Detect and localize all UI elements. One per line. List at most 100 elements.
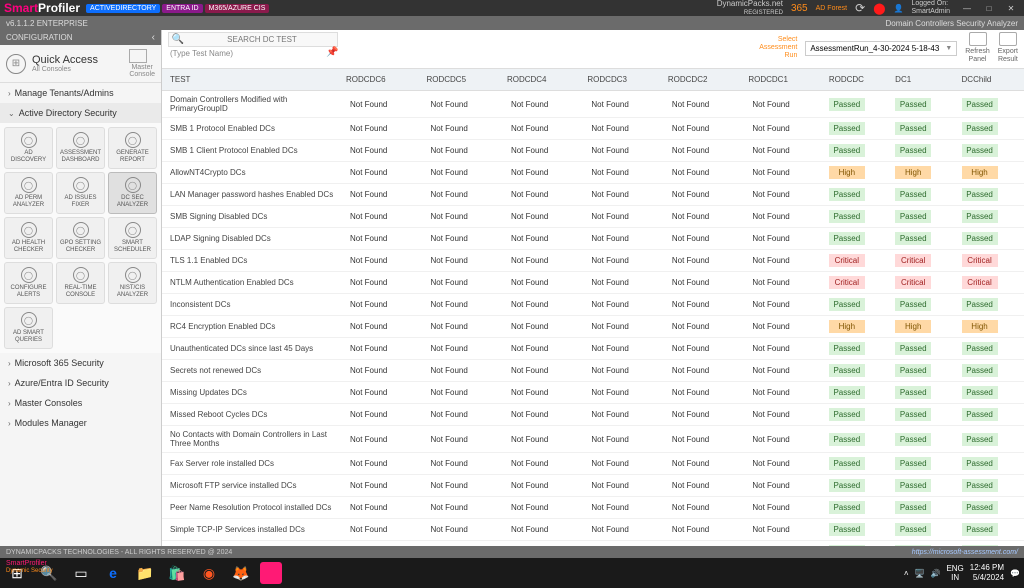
chrome-icon[interactable]: ◉ <box>196 560 222 586</box>
menu-azure[interactable]: ›Azure/Entra ID Security <box>0 373 161 393</box>
result-cell: Not Found <box>583 338 663 360</box>
table-row[interactable]: LDAP Signing Disabled DCsNot FoundNot Fo… <box>162 228 1024 250</box>
table-row[interactable]: Inconsistent DCsNot FoundNot FoundNot Fo… <box>162 294 1024 316</box>
refresh-panel-btn[interactable]: Refresh Panel <box>965 32 990 64</box>
tray-chevron-icon[interactable]: ˄ <box>904 569 909 578</box>
col-rodcdc6[interactable]: RODCDC6 <box>342 69 422 91</box>
app-icon[interactable] <box>260 562 282 584</box>
export-result-btn[interactable]: Export Result <box>998 32 1018 64</box>
menu-ad-security[interactable]: ⌄Active Directory Security <box>0 103 161 123</box>
pin-icon[interactable]: 📌 <box>326 47 338 58</box>
table-row[interactable]: Secrets not renewed DCsNot FoundNot Foun… <box>162 360 1024 382</box>
table-row[interactable]: Simple TCP-IP Services installed DCsNot … <box>162 519 1024 541</box>
tile-dc-sec-analyzer[interactable]: ◯DC SEC ANALYZER <box>108 172 157 214</box>
table-row[interactable]: SMB 1 Protocol Enabled DCsNot FoundNot F… <box>162 118 1024 140</box>
menu-modules[interactable]: ›Modules Manager <box>0 413 161 433</box>
tile-ad-perm-analyzer[interactable]: ◯AD PERM ANALYZER <box>4 172 53 214</box>
table-row[interactable]: LAN Manager password hashes Enabled DCsN… <box>162 184 1024 206</box>
col-dcchild[interactable]: DCChild <box>958 69 1024 91</box>
test-name: Unauthenticated DCs since last 45 Days <box>162 338 342 360</box>
col-test[interactable]: TEST <box>162 69 342 91</box>
result-cell: Not Found <box>342 360 422 382</box>
tile-icon: ◯ <box>73 222 89 238</box>
tile-configure-alerts[interactable]: ◯CONFIGURE ALERTS <box>4 262 53 304</box>
table-row[interactable]: Missed Reboot Cycles DCsNot FoundNot Fou… <box>162 404 1024 426</box>
result-cell: Passed <box>958 497 1024 519</box>
tile-nist/cis-analyzer[interactable]: ◯NIST/CIS ANALYZER <box>108 262 157 304</box>
table-row[interactable]: Domain Controllers Modified with Primary… <box>162 91 1024 118</box>
result-cell: Passed <box>958 294 1024 316</box>
tile-label: SMART SCHEDULER <box>114 240 151 254</box>
tile-generate-report[interactable]: ◯GENERATE REPORT <box>108 127 157 169</box>
table-row[interactable]: Unauthenticated DCs since last 45 Days No… <box>162 338 1024 360</box>
test-name: AllowNT4Crypto DCs <box>162 162 342 184</box>
chevron-right-icon: › <box>8 419 11 428</box>
tile-ad-smart-queries[interactable]: ◯AD SMART QUERIES <box>4 307 53 349</box>
results-table: TESTRODCDC6RODCDC5RODCDC4RODCDC3RODCDC2R… <box>162 69 1024 546</box>
master-console-btn[interactable]: Master Console <box>129 49 155 78</box>
search-input[interactable] <box>187 33 337 46</box>
table-row[interactable]: AllowNT4Crypto DCsNot FoundNot FoundNot … <box>162 162 1024 184</box>
table-row[interactable]: RC4 Encryption Enabled DCsNot FoundNot F… <box>162 316 1024 338</box>
table-row[interactable]: Fax Server role installed DCsNot FoundNo… <box>162 453 1024 475</box>
user-icon[interactable]: 👤 <box>894 4 904 13</box>
tile-assessment-dashboard[interactable]: ◯ASSESSMENT DASHBOARD <box>56 127 105 169</box>
notifications-icon[interactable]: 💬 <box>1010 569 1020 578</box>
tile-ad-issues-fixer[interactable]: ◯AD ISSUES FIXER <box>56 172 105 214</box>
run-select[interactable]: AssessmentRun_4-30-2024 5-18-43 ▼ <box>805 41 957 56</box>
table-row[interactable]: Missing Updates DCsNot FoundNot FoundNot… <box>162 382 1024 404</box>
table-row[interactable]: No Contacts with Domain Controllers in L… <box>162 426 1024 453</box>
firefox-icon[interactable]: 🦊 <box>228 560 254 586</box>
menu-master-consoles[interactable]: ›Master Consoles <box>0 393 161 413</box>
menu-m365[interactable]: ›Microsoft 365 Security <box>0 353 161 373</box>
result-cell: Not Found <box>664 316 744 338</box>
tile-smart-scheduler[interactable]: ◯SMART SCHEDULER <box>108 217 157 259</box>
col-dc1[interactable]: DC1 <box>891 69 957 91</box>
col-rodcdc[interactable]: RODCDC <box>825 69 891 91</box>
window-close[interactable]: ✕ <box>1002 4 1020 13</box>
clock[interactable]: 12:46 PM5/4/2024 <box>970 563 1004 583</box>
result-cell: High <box>825 316 891 338</box>
table-row[interactable]: SMB Signing Disabled DCsNot FoundNot Fou… <box>162 206 1024 228</box>
tile-real-time-console[interactable]: ◯REAL-TIME CONSOLE <box>56 262 105 304</box>
tray-sound-icon[interactable]: 🔊 <box>930 569 940 578</box>
table-wrap[interactable]: TESTRODCDC6RODCDC5RODCDC4RODCDC3RODCDC2R… <box>162 68 1024 546</box>
toggle-icon[interactable]: ⬤ <box>873 2 885 15</box>
system-tray[interactable]: ˄ 🖥️ 🔊 ENG IN 12:46 PM5/4/2024 💬 <box>904 563 1020 583</box>
tray-network-icon[interactable]: 🖥️ <box>915 569 925 578</box>
result-cell: Not Found <box>664 162 744 184</box>
table-row[interactable]: TLS 1.1 Enabled DCsNot FoundNot FoundNot… <box>162 250 1024 272</box>
window-minimize[interactable]: — <box>958 4 976 13</box>
result-cell: Not Found <box>664 294 744 316</box>
window-maximize[interactable]: □ <box>980 4 998 13</box>
quick-access-row[interactable]: ⊞ Quick AccessAll Consoles Master Consol… <box>0 45 161 83</box>
store-icon[interactable]: 🛍️ <box>164 560 190 586</box>
result-cell: Passed <box>825 140 891 162</box>
menu-manage-tenants[interactable]: ›Manage Tenants/Admins <box>0 83 161 103</box>
footer-link[interactable]: https://microsoft-assessment.com/ <box>912 549 1018 556</box>
result-cell: Not Found <box>342 272 422 294</box>
table-row[interactable]: Telnet Client installed DCsNot FoundNot … <box>162 541 1024 547</box>
edge-icon[interactable]: e <box>100 560 126 586</box>
refresh-icon[interactable]: ⟳ <box>855 1 865 15</box>
col-rodcdc3[interactable]: RODCDC3 <box>583 69 663 91</box>
tile-gpo-setting-checker[interactable]: ◯GPO SETTING CHECKER <box>56 217 105 259</box>
brand-smart: Smart <box>4 1 38 15</box>
tile-ad-discovery[interactable]: ◯AD DISCOVERY <box>4 127 53 169</box>
table-row[interactable]: SMB 1 Client Protocol Enabled DCsNot Fou… <box>162 140 1024 162</box>
col-rodcdc4[interactable]: RODCDC4 <box>503 69 583 91</box>
task-view-icon[interactable]: ▭ <box>68 560 94 586</box>
explorer-icon[interactable]: 📁 <box>132 560 158 586</box>
chevron-right-icon: › <box>8 379 11 388</box>
table-row[interactable]: Peer Name Resolution Protocol installed … <box>162 497 1024 519</box>
language-indicator[interactable]: ENG IN <box>946 564 963 582</box>
collapse-icon[interactable]: ‹ <box>152 32 155 43</box>
col-rodcdc2[interactable]: RODCDC2 <box>664 69 744 91</box>
search-icon[interactable]: 🔍 <box>169 34 187 45</box>
table-row[interactable]: NTLM Authentication Enabled DCsNot Found… <box>162 272 1024 294</box>
tile-label: AD SMART QUERIES <box>13 330 44 344</box>
col-rodcdc5[interactable]: RODCDC5 <box>422 69 502 91</box>
tile-ad-health-checker[interactable]: ◯AD HEALTH CHECKER <box>4 217 53 259</box>
table-row[interactable]: Microsoft FTP service installed DCsNot F… <box>162 475 1024 497</box>
col-rodcdc1[interactable]: RODCDC1 <box>744 69 824 91</box>
